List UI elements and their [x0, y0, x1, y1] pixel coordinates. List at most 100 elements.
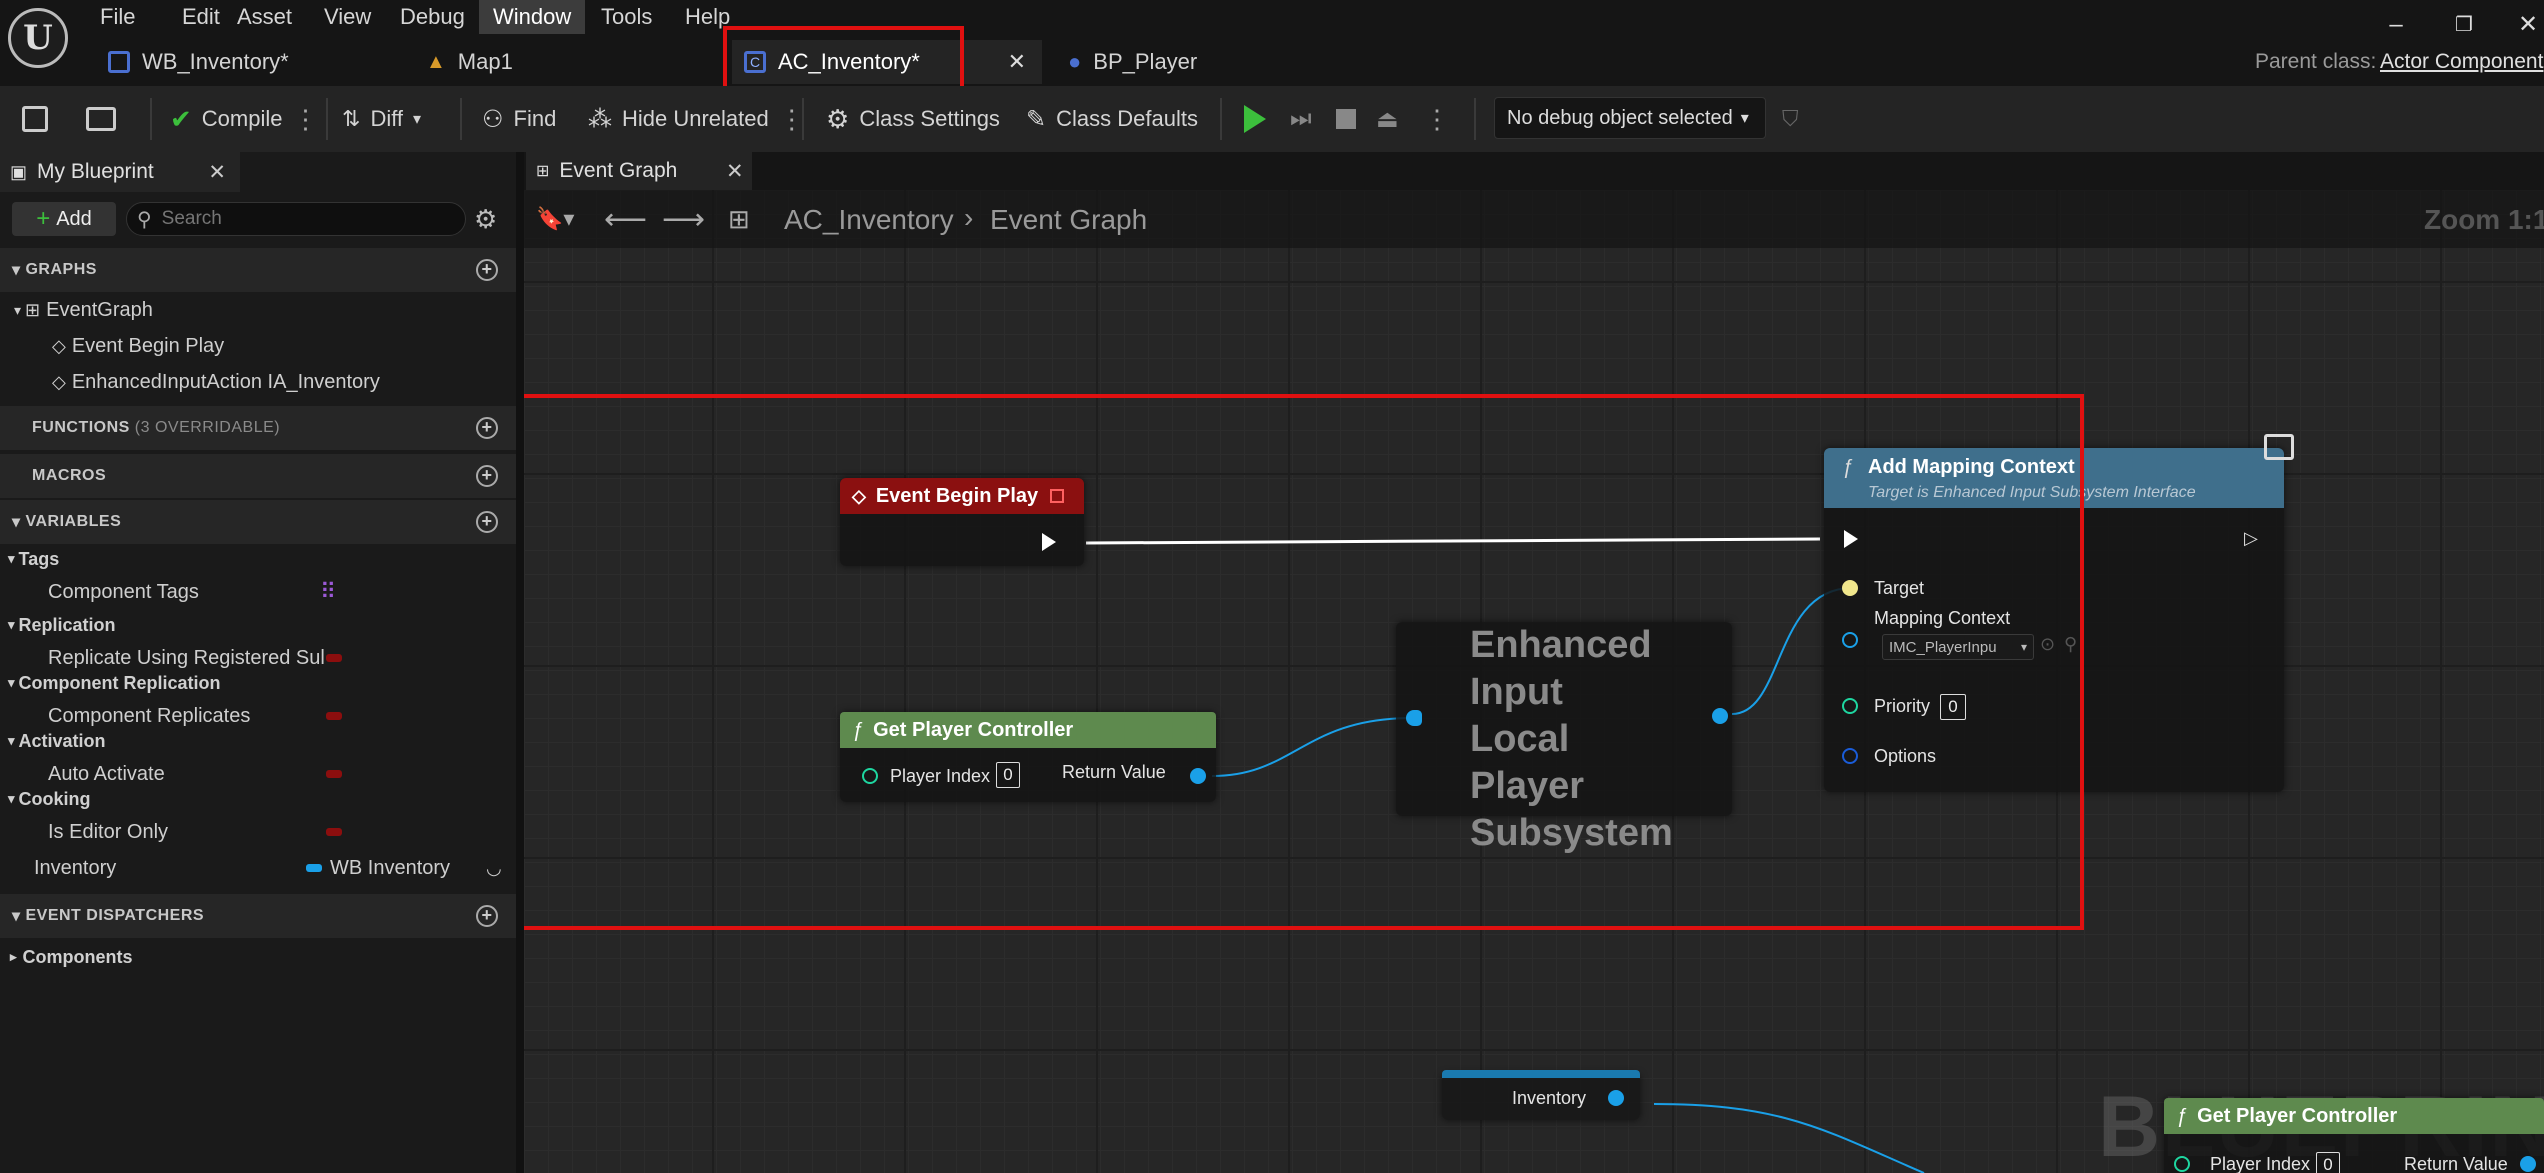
- section-label: VARIABLES: [25, 513, 122, 530]
- debug-filter-icon[interactable]: ⛉: [1782, 86, 1799, 152]
- collapse-icon: ▾: [14, 301, 22, 318]
- tab-label: Event Graph: [559, 159, 678, 182]
- menu-asset[interactable]: Asset: [223, 0, 306, 34]
- section-event-dispatchers[interactable]: ▾ EVENT DISPATCHERS +: [0, 894, 516, 938]
- kebab-icon[interactable]: ⋮: [779, 104, 805, 135]
- section-label: GRAPHS: [25, 261, 97, 278]
- category-replication[interactable]: ▾ Replication: [0, 610, 516, 640]
- category-label: Component Replication: [18, 672, 221, 693]
- add-graph-icon[interactable]: +: [476, 259, 498, 281]
- tab-map1[interactable]: ▲ Map1: [414, 40, 714, 84]
- player-index-pin[interactable]: [2174, 1156, 2190, 1172]
- tab-event-graph[interactable]: ⊞ Event Graph ✕: [526, 152, 752, 190]
- diff-label: Diff: [370, 106, 404, 131]
- chevron-down-icon: ▾: [1740, 110, 1749, 127]
- hide-unrelated-button[interactable]: ⁂ Hide Unrelated ⋮: [588, 86, 805, 152]
- variable-type-label: WB Inventory: [330, 856, 451, 879]
- pencil-icon: ✎: [1026, 105, 1047, 133]
- unreal-logo-icon[interactable]: U: [8, 8, 68, 68]
- my-blueprint-tab[interactable]: ▣ My Blueprint ✕: [0, 152, 240, 192]
- eject-icon[interactable]: ⏏: [1376, 86, 1399, 152]
- collapse-icon: ▾: [12, 262, 26, 279]
- search-field[interactable]: ⚲: [126, 202, 466, 236]
- diff-button[interactable]: ⇅ Diff ▾: [342, 86, 421, 152]
- add-macro-icon[interactable]: +: [476, 465, 498, 487]
- character-blueprint-icon: ●: [1068, 49, 1082, 74]
- play-button[interactable]: [1244, 86, 1266, 152]
- category-components[interactable]: ▸ Components: [0, 940, 516, 974]
- category-label: Components: [22, 946, 133, 967]
- category-activation[interactable]: ▾ Activation: [0, 726, 516, 756]
- parent-class-link[interactable]: Actor Component: [2380, 50, 2543, 74]
- panel-splitter[interactable]: [516, 152, 524, 1173]
- add-function-icon[interactable]: +: [476, 417, 498, 439]
- section-variables[interactable]: ▾ VARIABLES +: [0, 500, 516, 544]
- graph-item-eventgraph[interactable]: ▾ ⊞ EventGraph: [0, 292, 516, 328]
- variable-label: Component Replicates: [48, 704, 251, 727]
- level-icon: ▲: [426, 51, 446, 73]
- bool-type-icon: [326, 828, 342, 836]
- add-variable-icon[interactable]: +: [476, 511, 498, 533]
- close-panel-icon[interactable]: ✕: [208, 160, 226, 185]
- graph-item-input-action[interactable]: ◇ EnhancedInputAction IA_Inventory: [0, 364, 516, 400]
- node-get-player-controller-2[interactable]: ƒ Get Player Controller Player Index 0 R…: [2164, 1098, 2544, 1173]
- kebab-icon[interactable]: ⋮: [1424, 86, 1450, 152]
- player-index-input[interactable]: 0: [2316, 1152, 2340, 1173]
- event-graph-canvas[interactable]: 🔖▾ ⟵ ⟶ ⊞ AC_Inventory › Event Graph Zoom…: [524, 190, 2544, 1173]
- find-label: Find: [513, 106, 557, 131]
- tab-bp-player[interactable]: ● BP_Player: [1056, 40, 1356, 84]
- class-defaults-button[interactable]: ✎ Class Defaults: [1026, 86, 1198, 152]
- section-functions[interactable]: FUNCTIONS (3 OVERRIDABLE) +: [0, 406, 516, 450]
- node-title: Get Player Controller: [2197, 1104, 2398, 1127]
- divider: [802, 98, 804, 140]
- category-cooking[interactable]: ▾ Cooking: [0, 784, 516, 814]
- add-button[interactable]: + Add: [12, 202, 116, 236]
- node-inventory-getter[interactable]: Inventory: [1442, 1070, 1640, 1120]
- menu-view[interactable]: View: [310, 0, 385, 34]
- debug-object-dropdown[interactable]: No debug object selected ▾: [1494, 97, 1766, 139]
- category-label: Replication: [18, 614, 116, 635]
- menu-debug[interactable]: Debug: [386, 0, 479, 34]
- variable-inventory[interactable]: Inventory WB Inventory ◡: [0, 850, 516, 886]
- variable-label: Auto Activate: [48, 762, 165, 785]
- category-component-replication[interactable]: ▾ Component Replication: [0, 668, 516, 698]
- close-tab-icon[interactable]: ✕: [726, 159, 744, 184]
- section-macros[interactable]: MACROS +: [0, 454, 516, 498]
- stop-icon[interactable]: [1336, 86, 1356, 152]
- search-input[interactable]: [159, 207, 444, 231]
- find-button[interactable]: ⚇ Find: [482, 86, 556, 152]
- node-header: [1442, 1070, 1640, 1078]
- minimize-icon[interactable]: –: [2376, 8, 2416, 42]
- section-graphs[interactable]: ▾ GRAPHS +: [0, 248, 516, 292]
- menu-tools[interactable]: Tools: [587, 0, 666, 34]
- close-tab-icon[interactable]: ✕: [1008, 40, 1026, 84]
- debug-object-label: No debug object selected: [1507, 106, 1733, 129]
- restore-icon[interactable]: ❐: [2444, 8, 2484, 42]
- category-label: Tags: [18, 548, 60, 569]
- inventory-out-pin[interactable]: [1608, 1090, 1624, 1106]
- compile-button[interactable]: ✔ Compile ⋮: [170, 86, 319, 152]
- return-value-pin[interactable]: [2520, 1156, 2536, 1172]
- gear-icon[interactable]: ⚙: [474, 204, 497, 235]
- plus-icon: +: [36, 205, 51, 232]
- menu-file[interactable]: File: [86, 0, 149, 34]
- menu-window[interactable]: Window: [479, 0, 586, 34]
- variable-is-editor-only[interactable]: Is Editor Only: [0, 814, 516, 850]
- class-settings-button[interactable]: ⚙ Class Settings: [826, 86, 1000, 152]
- graph-icon: ⊞: [536, 163, 550, 180]
- step-icon[interactable]: ⏭: [1290, 86, 1312, 152]
- browse-icon[interactable]: [86, 86, 116, 152]
- close-window-icon[interactable]: ✕: [2508, 8, 2544, 42]
- chevron-down-icon: ▾: [413, 111, 422, 128]
- kebab-icon[interactable]: ⋮: [293, 104, 319, 135]
- tab-wb-inventory[interactable]: WB_Inventory*: [96, 40, 396, 84]
- add-dispatcher-icon[interactable]: +: [476, 905, 498, 927]
- category-tags[interactable]: ▾ Tags: [0, 544, 516, 574]
- variable-component-tags[interactable]: Component Tags ⠿: [0, 574, 516, 610]
- widget-blueprint-icon: [108, 51, 130, 73]
- event-icon: ◇: [52, 335, 66, 356]
- graph-item-event-begin-play[interactable]: ◇ Event Begin Play: [0, 328, 516, 364]
- visibility-eye-icon[interactable]: ◡: [486, 858, 502, 879]
- save-icon[interactable]: [22, 86, 48, 152]
- hide-unrelated-label: Hide Unrelated: [622, 106, 769, 131]
